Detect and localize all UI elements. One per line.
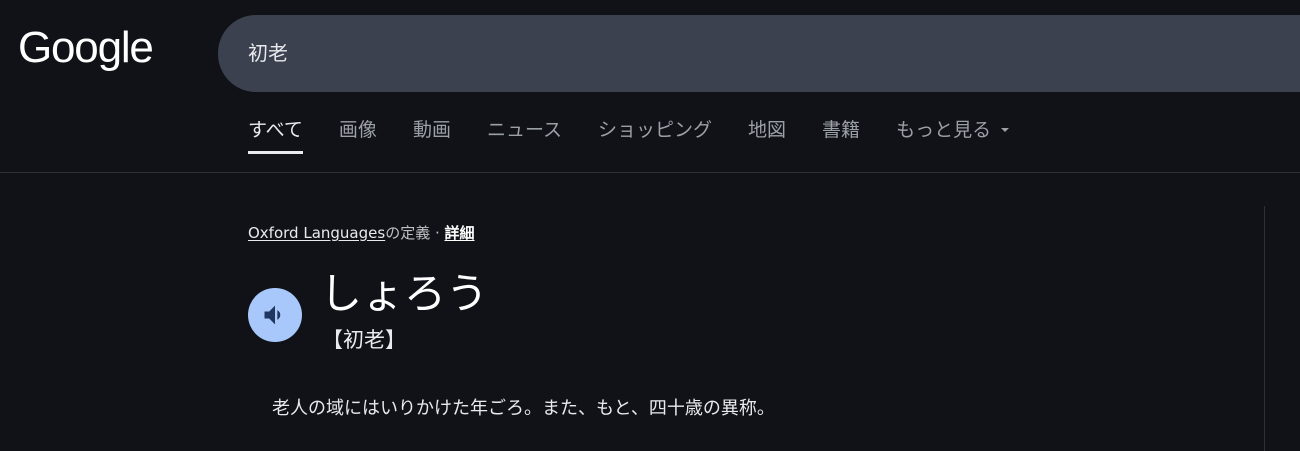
tab-label: 動画: [412, 119, 451, 141]
pronounce-button[interactable]: [248, 288, 302, 342]
word-kanji: 【初老】: [322, 328, 406, 352]
header-divider: [0, 172, 1300, 173]
search-input[interactable]: 初老: [248, 15, 288, 92]
tab-label: 地図: [748, 119, 787, 141]
caret-down-icon: [1001, 128, 1010, 132]
tab-videos[interactable]: 動画: [413, 108, 451, 154]
search-tabs: すべて 画像 動画 ニュース ショッピング 地図 書籍 もっと見る: [248, 108, 1045, 154]
tab-label: もっと見る: [896, 119, 992, 141]
oxford-languages-link[interactable]: Oxford Languages: [248, 224, 385, 242]
tab-label: ニュース: [486, 119, 563, 141]
tab-label: 書籍: [822, 119, 861, 141]
source-suffix: の定義 ·: [385, 224, 445, 242]
right-panel-divider: [1264, 206, 1265, 451]
detail-link[interactable]: 詳細: [445, 224, 475, 242]
tab-news[interactable]: ニュース: [487, 108, 562, 154]
tab-all[interactable]: すべて: [248, 108, 303, 154]
word-definition: 老人の域にはいりかけた年ごろ。また、もと、四十歳の異称。: [272, 398, 775, 419]
tab-shopping[interactable]: ショッピング: [598, 108, 712, 154]
speaker-icon: [264, 305, 281, 325]
tab-label: 画像: [338, 119, 377, 141]
word-reading: しょろう: [320, 269, 489, 318]
google-logo[interactable]: Google: [18, 22, 154, 74]
tab-maps[interactable]: 地図: [748, 108, 786, 154]
dictionary-source: Oxford Languagesの定義 · 詳細: [248, 222, 475, 244]
tab-images[interactable]: 画像: [339, 108, 377, 154]
search-box[interactable]: 初老: [218, 15, 1300, 92]
search-results-page: Google 初老 すべて 画像 動画 ニュース ショッピング 地図 書籍 もっ…: [0, 0, 1300, 451]
tab-more[interactable]: もっと見る: [896, 108, 1010, 154]
tab-label: ショッピング: [598, 119, 713, 141]
tab-label: すべて: [248, 119, 303, 141]
tab-books[interactable]: 書籍: [822, 108, 860, 154]
